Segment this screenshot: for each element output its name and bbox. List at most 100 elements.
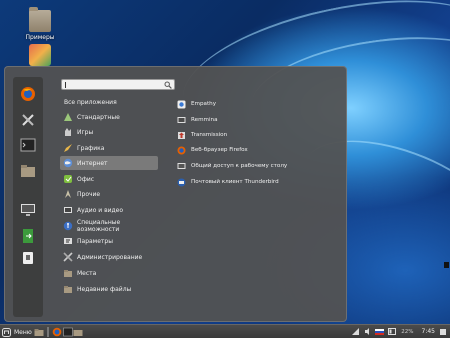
favorite-files[interactable] (19, 162, 37, 180)
notification-icon[interactable] (439, 328, 447, 336)
transmission-icon (177, 131, 186, 140)
screen-edge-marker (444, 262, 449, 268)
text-caret (65, 82, 66, 88)
desktop-share-icon (177, 162, 186, 171)
battery-percentage: 22% (401, 328, 414, 335)
launcher-files[interactable] (34, 327, 44, 337)
category-label: Интернет (77, 159, 108, 167)
bottom-panel: Меню 22% 7:45 (0, 324, 450, 338)
terminal-icon (20, 138, 36, 152)
category-multimedia[interactable]: Аудио и видео (60, 203, 158, 217)
network-icon[interactable] (351, 327, 360, 336)
menu-icon (2, 327, 11, 337)
category-label: Графика (77, 144, 105, 152)
tools-icon (22, 114, 34, 126)
app-thunderbird[interactable]: Почтовый клиент Thunderbird (177, 175, 279, 189)
desktop-icon-package[interactable] (10, 44, 70, 66)
firefox-icon (177, 146, 186, 155)
desktop-icon-examples[interactable]: Примеры (10, 7, 70, 41)
graphics-icon (63, 143, 73, 153)
app-transmission[interactable]: Transmission (177, 128, 227, 142)
empathy-icon (177, 100, 186, 109)
favorite-tools[interactable] (19, 111, 37, 129)
keyboard-layout-flag-icon[interactable] (375, 328, 385, 335)
monitor-icon (21, 204, 35, 216)
office-icon (63, 174, 73, 184)
favorite-logout[interactable] (19, 227, 37, 245)
app-empathy[interactable]: Empathy (177, 97, 216, 111)
category-internet[interactable]: Интернет (60, 156, 158, 170)
battery-icon (388, 328, 397, 335)
category-settings[interactable]: Параметры (60, 234, 158, 248)
app-label: Почтовый клиент Thunderbird (191, 179, 279, 185)
package-icon (29, 44, 51, 66)
internet-icon (63, 158, 73, 168)
menu-button-label: Меню (14, 328, 32, 336)
logout-icon (23, 229, 33, 243)
accessories-icon (63, 112, 73, 122)
firefox-icon (52, 327, 62, 337)
system-tray: 22% 7:45 (351, 325, 447, 338)
category-label: Недавние файлы (77, 285, 132, 293)
application-menu: Все приложения Стандартные Игры Графика … (4, 66, 347, 322)
remmina-icon (177, 116, 186, 125)
multimedia-icon (63, 205, 73, 215)
category-label: Офис (77, 175, 95, 183)
folder-icon (29, 7, 51, 32)
games-icon (63, 127, 73, 137)
clock[interactable]: 7:45 (422, 328, 435, 335)
folder-icon (34, 329, 44, 336)
category-admin[interactable]: Администрирование (60, 250, 158, 264)
category-games[interactable]: Игры (60, 125, 158, 139)
files-icon (21, 165, 35, 177)
thunderbird-icon (177, 178, 186, 187)
category-label: Специальные возможности (77, 219, 121, 233)
other-icon (63, 189, 73, 199)
app-label: Empathy (191, 101, 217, 107)
app-label: Общий доступ к рабочему столу (191, 163, 288, 169)
favorite-terminal[interactable] (19, 136, 37, 154)
search-icon (164, 81, 172, 89)
category-label: Игры (77, 128, 94, 136)
panel-separator (47, 327, 49, 337)
accessibility-icon (63, 221, 73, 231)
recent-icon (63, 284, 73, 294)
category-label: Стандартные (77, 113, 120, 121)
admin-icon (63, 252, 73, 262)
places-icon (63, 268, 73, 278)
category-accessibility[interactable]: Специальные возможности (60, 219, 158, 233)
favorites-bar (13, 77, 43, 317)
menu-button[interactable]: Меню (2, 326, 32, 338)
firefox-icon (21, 87, 35, 101)
category-label: Параметры (77, 237, 113, 245)
settings-icon (63, 236, 73, 246)
category-graphics[interactable]: Графика (60, 141, 158, 155)
category-label: Прочие (77, 190, 101, 198)
category-label: Аудио и видео (77, 206, 124, 214)
volume-icon[interactable] (364, 327, 371, 336)
favorite-firefox[interactable] (19, 85, 37, 103)
favorite-shutdown[interactable] (19, 249, 37, 267)
category-label: Администрирование (77, 253, 143, 261)
shutdown-icon (23, 252, 33, 264)
app-label: Transmission (191, 132, 228, 138)
category-accessories[interactable]: Стандартные (60, 110, 158, 124)
favorite-monitor[interactable] (19, 201, 37, 219)
terminal-icon (63, 327, 73, 337)
folder-icon (73, 330, 83, 336)
launcher-firefox[interactable] (52, 327, 62, 337)
category-places[interactable]: Места (60, 266, 158, 280)
app-label: Remmina (191, 117, 218, 123)
launcher-terminal[interactable] (63, 327, 73, 337)
category-label: Все приложения (64, 98, 117, 106)
category-office[interactable]: Офис (60, 172, 158, 186)
app-label: Веб-браузер Firefox (191, 147, 248, 153)
app-remmina[interactable]: Remmina (177, 113, 218, 127)
category-other[interactable]: Прочие (60, 187, 158, 201)
app-desktop-sharing[interactable]: Общий доступ к рабочему столу (177, 159, 287, 173)
launcher-files-2[interactable] (73, 327, 83, 337)
category-recent[interactable]: Недавние файлы (60, 282, 158, 296)
search-input[interactable] (61, 79, 175, 90)
category-all[interactable]: Все приложения (60, 95, 158, 109)
app-firefox[interactable]: Веб-браузер Firefox (177, 143, 248, 157)
